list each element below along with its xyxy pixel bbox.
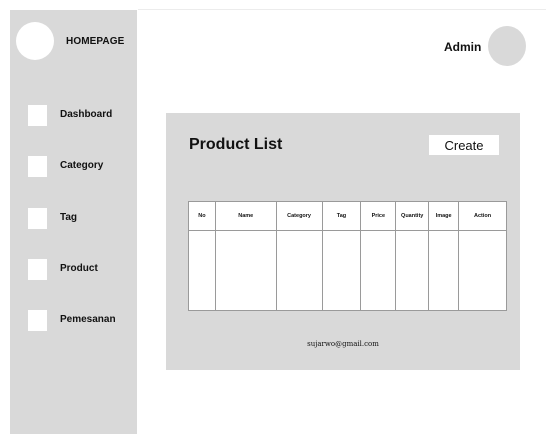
table-cell — [214, 230, 277, 311]
column-header-price[interactable]: Price — [360, 201, 397, 231]
table-cell — [360, 230, 397, 311]
category-icon — [28, 156, 47, 177]
admin-username[interactable]: Admin — [444, 40, 481, 54]
column-header-action[interactable]: Action — [458, 201, 507, 231]
sidebar-item-label: Tag — [60, 212, 78, 223]
table-cell — [321, 230, 362, 311]
column-header-name[interactable]: Name — [214, 201, 277, 231]
sidebar-item-product[interactable]: Product — [28, 259, 137, 281]
sidebar-item-label: Dashboard — [60, 109, 113, 120]
sidebar-item-pemesanan[interactable]: Pemesanan — [28, 310, 137, 332]
sidebar-item-tag[interactable]: Tag — [28, 208, 137, 230]
sidebar-item-category[interactable]: Category — [28, 156, 137, 178]
tag-icon — [28, 208, 47, 229]
sidebar-item-dashboard[interactable]: Dashboard — [28, 105, 137, 127]
product-table: No Name Category Tag Price Quantity Imag… — [188, 201, 507, 311]
table-header-row: No Name Category Tag Price Quantity Imag… — [188, 201, 507, 231]
column-header-quantity[interactable]: Quantity — [395, 201, 430, 231]
column-header-category[interactable]: Category — [275, 201, 323, 231]
footer-email: sujarwo@gmail.com — [307, 340, 379, 348]
table-cell — [428, 230, 460, 311]
table-cell — [458, 230, 507, 311]
header-divider — [138, 9, 546, 10]
pemesanan-icon — [28, 310, 47, 331]
product-list-panel: Product List Create No Name Category Tag… — [166, 113, 520, 370]
table-cell — [395, 230, 430, 311]
table-cell — [275, 230, 323, 311]
product-icon — [28, 259, 47, 280]
brand-title[interactable]: HOMEPAGE — [66, 36, 124, 47]
avatar[interactable] — [488, 26, 526, 66]
dashboard-icon — [28, 105, 47, 126]
logo-placeholder[interactable] — [16, 22, 54, 60]
page-title: Product List — [189, 136, 283, 153]
create-button[interactable]: Create — [429, 135, 499, 155]
table-cell — [188, 230, 216, 311]
sidebar-item-label: Product — [60, 263, 98, 274]
table-row — [188, 230, 507, 311]
sidebar-item-label: Pemesanan — [60, 314, 116, 325]
column-header-no[interactable]: No — [188, 201, 216, 231]
sidebar: HOMEPAGE Dashboard Category Tag Product … — [10, 10, 137, 434]
sidebar-item-label: Category — [60, 160, 104, 171]
column-header-tag[interactable]: Tag — [321, 201, 362, 231]
column-header-image[interactable]: Image — [428, 201, 460, 231]
